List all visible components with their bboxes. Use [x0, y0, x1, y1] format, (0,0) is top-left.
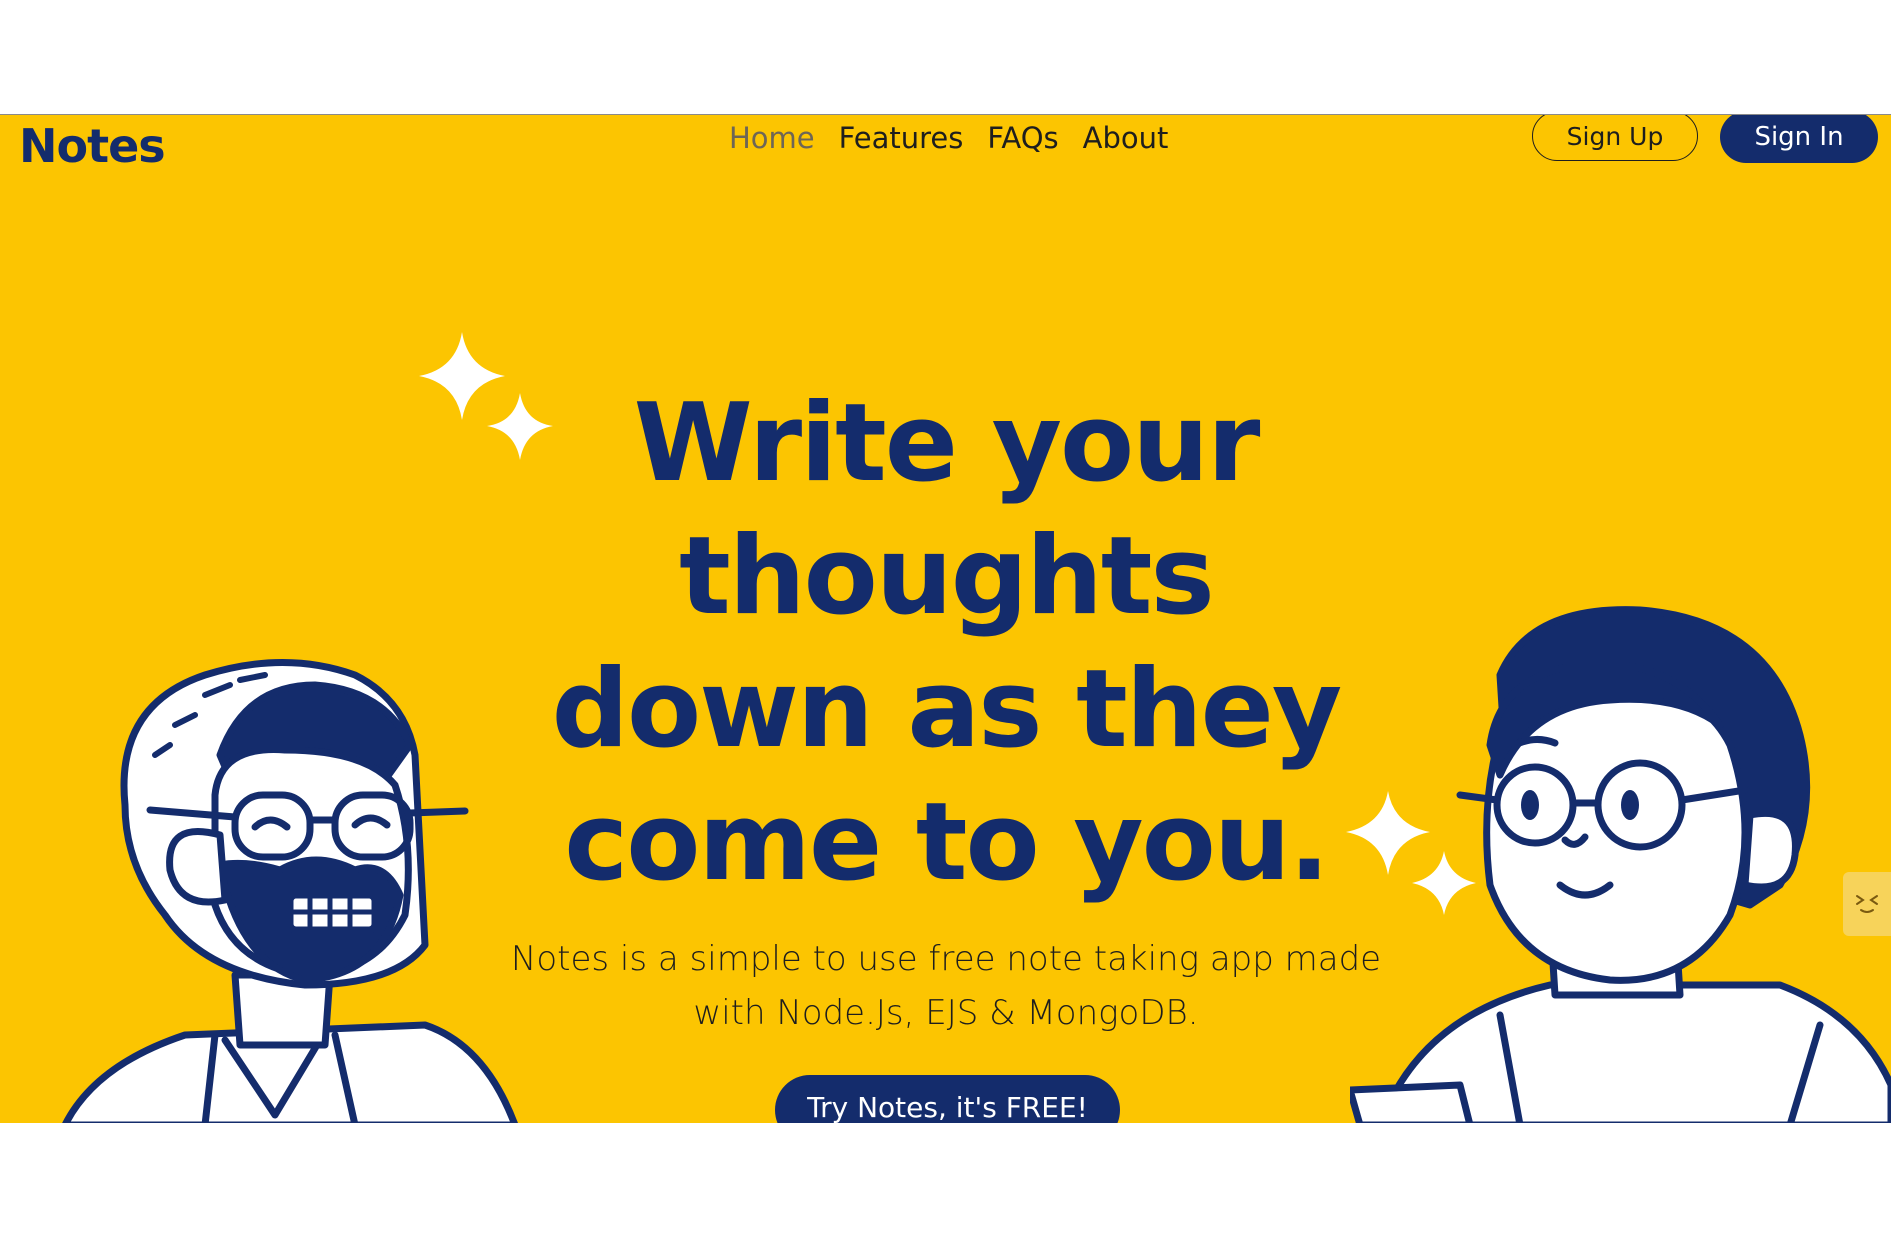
hero-subtitle: Notes is a simple to use free note takin…: [470, 932, 1422, 1040]
hero-title-line: Write your: [633, 381, 1261, 506]
hero-title-line: down as they: [551, 647, 1343, 772]
hero-title: Write your thoughts down as they come to…: [440, 377, 1452, 909]
widget-face-icon: [1856, 895, 1878, 913]
hero-title-line: thoughts: [679, 514, 1215, 639]
page-viewport: Notes Home Features FAQs About Sign Up S…: [0, 114, 1891, 1123]
hero-title-line: come to you.: [564, 780, 1330, 905]
hero-subtitle-line: Notes is a simple to use free note takin…: [510, 939, 1382, 979]
hero-subtitle-line: with Node.Js, EJS & MongoDB.: [693, 993, 1199, 1033]
floating-widget[interactable]: [1843, 872, 1891, 936]
try-notes-button[interactable]: Try Notes, it's FREE!: [775, 1075, 1120, 1123]
